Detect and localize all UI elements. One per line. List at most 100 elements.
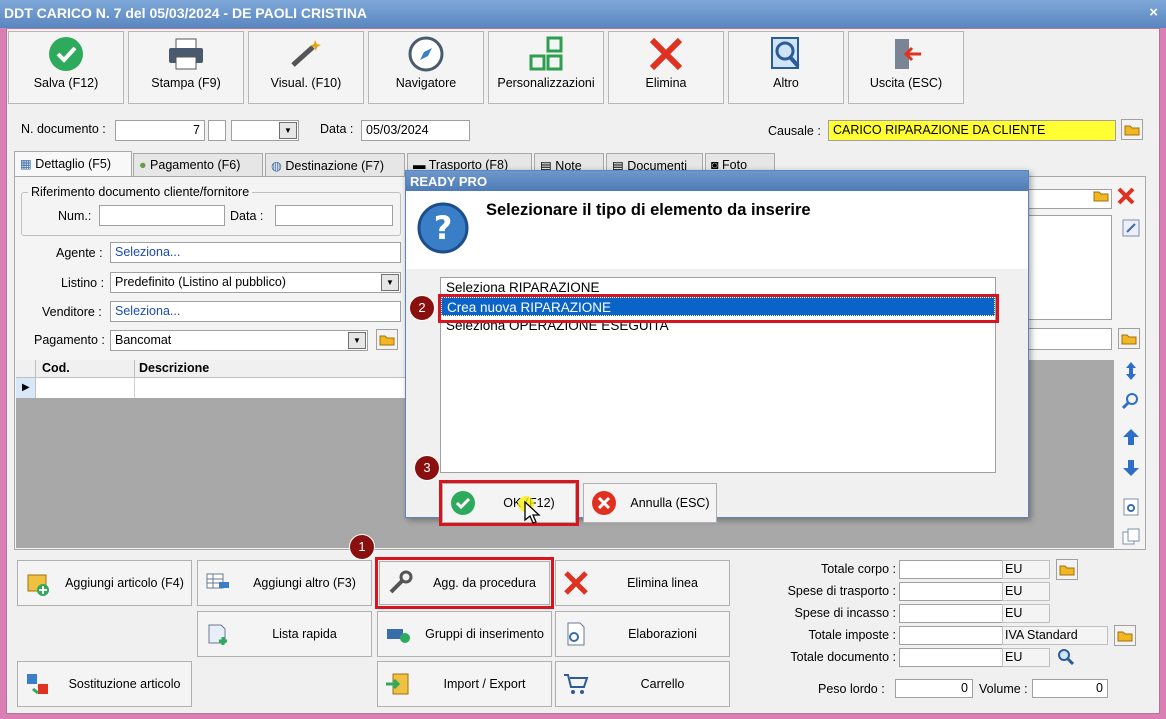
elaborations-button[interactable]: Elaborazioni xyxy=(555,611,730,657)
venditore-input[interactable]: Seleziona... xyxy=(110,301,401,322)
print-button[interactable]: Stampa (F9) xyxy=(128,31,244,104)
col-descrizione[interactable]: Descrizione xyxy=(139,361,209,375)
right-field-2[interactable] xyxy=(1028,328,1112,350)
gross-weight-input[interactable]: 0 xyxy=(895,679,973,698)
copy-icon[interactable] xyxy=(1120,526,1142,548)
folder-icon[interactable] xyxy=(1093,190,1109,205)
save-button[interactable]: Salva (F12) xyxy=(8,31,124,104)
tab-pagamento[interactable]: ● Pagamento (F6) xyxy=(133,153,263,177)
ndoc-label: N. documento : xyxy=(21,122,106,136)
pagamento-select[interactable]: Bancomat xyxy=(110,330,368,351)
tab-dettaglio-label: Dettaglio (F5) xyxy=(35,157,112,171)
cart-button[interactable]: Carrello xyxy=(555,661,730,707)
annotation-box-3 xyxy=(439,480,579,526)
zoom-icon[interactable] xyxy=(1056,647,1076,667)
total-body-unit: EU xyxy=(1002,560,1050,579)
right-notes-area[interactable] xyxy=(1028,215,1112,320)
chevron-down-icon[interactable]: ▼ xyxy=(381,274,399,291)
gear-document-icon xyxy=(556,621,596,647)
step-badge-1: 1 xyxy=(349,534,375,560)
date-label: Data : xyxy=(320,122,354,136)
customizations-button[interactable]: Personalizzazioni xyxy=(488,31,604,104)
save-label: Salva (F12) xyxy=(33,76,99,90)
move-up-icon[interactable] xyxy=(1120,426,1142,448)
add-article-button[interactable]: Aggiungi articolo (F4) xyxy=(17,560,192,606)
magnifier-icon xyxy=(729,32,843,76)
insertion-groups-button[interactable]: Gruppi di inserimento xyxy=(377,611,552,657)
col-cod[interactable]: Cod. xyxy=(42,361,70,375)
edit-icon[interactable] xyxy=(1120,217,1142,239)
exit-label: Uscita (ESC) xyxy=(869,76,943,90)
close-icon[interactable]: × xyxy=(1149,4,1158,21)
folder-icon[interactable] xyxy=(1118,328,1140,349)
clear-icon[interactable] xyxy=(1116,186,1136,209)
delete-line-button[interactable]: Elimina linea xyxy=(555,560,730,606)
add-other-button[interactable]: Aggiungi altro (F3) xyxy=(197,560,372,606)
rif-date-input[interactable] xyxy=(275,205,393,226)
dialog-header: ? Selezionare il tipo di elemento da ins… xyxy=(406,191,1028,269)
other-button[interactable]: Altro xyxy=(728,31,844,104)
folder-icon[interactable] xyxy=(376,329,398,350)
tab-pagamento-label: Pagamento (F6) xyxy=(150,158,241,172)
add-other-icon xyxy=(198,570,238,596)
collection-unit: EU xyxy=(1002,604,1050,623)
volume-label: Volume : xyxy=(979,682,1028,696)
chevron-down-icon[interactable]: ▼ xyxy=(279,122,297,139)
add-article-label: Aggiungi articolo (F4) xyxy=(65,576,184,590)
expand-vertical-icon[interactable] xyxy=(1120,360,1142,382)
causale-input[interactable]: CARICO RIPARAZIONE DA CLIENTE xyxy=(828,120,1116,141)
annotation-box-1 xyxy=(375,557,554,609)
agente-input[interactable]: Seleziona... xyxy=(110,242,401,263)
replace-article-button[interactable]: Sostituzione articolo xyxy=(17,661,192,707)
folder-icon[interactable] xyxy=(1056,559,1078,580)
import-export-button[interactable]: Import / Export xyxy=(377,661,552,707)
tab-dettaglio[interactable]: ▦ Dettaglio (F5) xyxy=(14,151,132,177)
step-badge-2: 2 xyxy=(409,295,435,321)
red-x-icon xyxy=(556,570,596,596)
folder-icon[interactable] xyxy=(1114,625,1136,646)
quick-list-button[interactable]: Lista rapida xyxy=(197,611,372,657)
table-icon: ▦ xyxy=(20,157,36,171)
quick-list-icon xyxy=(198,621,238,647)
total-doc-unit: EU xyxy=(1002,648,1050,667)
tax-unit: IVA Standard xyxy=(1002,626,1108,645)
search-icon[interactable] xyxy=(1120,390,1142,412)
question-icon: ? xyxy=(416,201,470,258)
compass-icon xyxy=(369,32,483,76)
settings-icon[interactable] xyxy=(1120,496,1142,518)
move-down-icon[interactable] xyxy=(1120,457,1142,479)
date-input[interactable]: 05/03/2024 xyxy=(361,120,470,141)
grid-squares-icon xyxy=(489,32,603,76)
rif-legend: Riferimento documento cliente/fornitore xyxy=(28,185,253,199)
cart-label: Carrello xyxy=(640,677,685,691)
chevron-down-icon[interactable]: ▼ xyxy=(348,332,366,349)
ndoc-suffix-input[interactable] xyxy=(208,120,226,141)
delete-button[interactable]: Elimina xyxy=(608,31,724,104)
ndoc-input[interactable]: 7 xyxy=(115,120,205,141)
mouse-cursor-icon xyxy=(523,500,541,529)
navigator-label: Navigatore xyxy=(395,76,457,90)
customizations-label: Personalizzazioni xyxy=(497,76,595,90)
add-article-icon xyxy=(18,570,58,596)
navigator-button[interactable]: Navigatore xyxy=(368,31,484,104)
delete-label: Elimina xyxy=(645,76,687,90)
import-export-icon xyxy=(378,671,418,697)
venditore-label: Venditore : xyxy=(42,305,102,319)
cancel-button[interactable]: Annulla (ESC) xyxy=(583,483,717,523)
rif-num-label: Num.: xyxy=(58,209,92,223)
print-label: Stampa (F9) xyxy=(151,76,221,90)
table-row[interactable]: ▶ xyxy=(16,378,406,398)
agente-label: Agente : xyxy=(56,246,103,260)
cancel-label: Annulla (ESC) xyxy=(630,496,710,510)
exit-button[interactable]: Uscita (ESC) xyxy=(848,31,964,104)
rif-num-input[interactable] xyxy=(99,205,225,226)
replace-article-label: Sostituzione articolo xyxy=(68,677,181,691)
tab-destinazione[interactable]: ◍ Destinazione (F7) xyxy=(265,153,405,177)
folder-icon[interactable] xyxy=(1121,119,1143,140)
preview-button[interactable]: Visual. (F10) xyxy=(248,31,364,104)
insertion-groups-label: Gruppi di inserimento xyxy=(425,627,544,641)
window-title: DDT CARICO N. 7 del 05/03/2024 - DE PAOL… xyxy=(0,0,1166,28)
grid-corner xyxy=(16,360,36,378)
listino-select[interactable]: Predefinito (Listino al pubblico) xyxy=(110,272,401,293)
volume-input[interactable]: 0 xyxy=(1032,679,1108,698)
